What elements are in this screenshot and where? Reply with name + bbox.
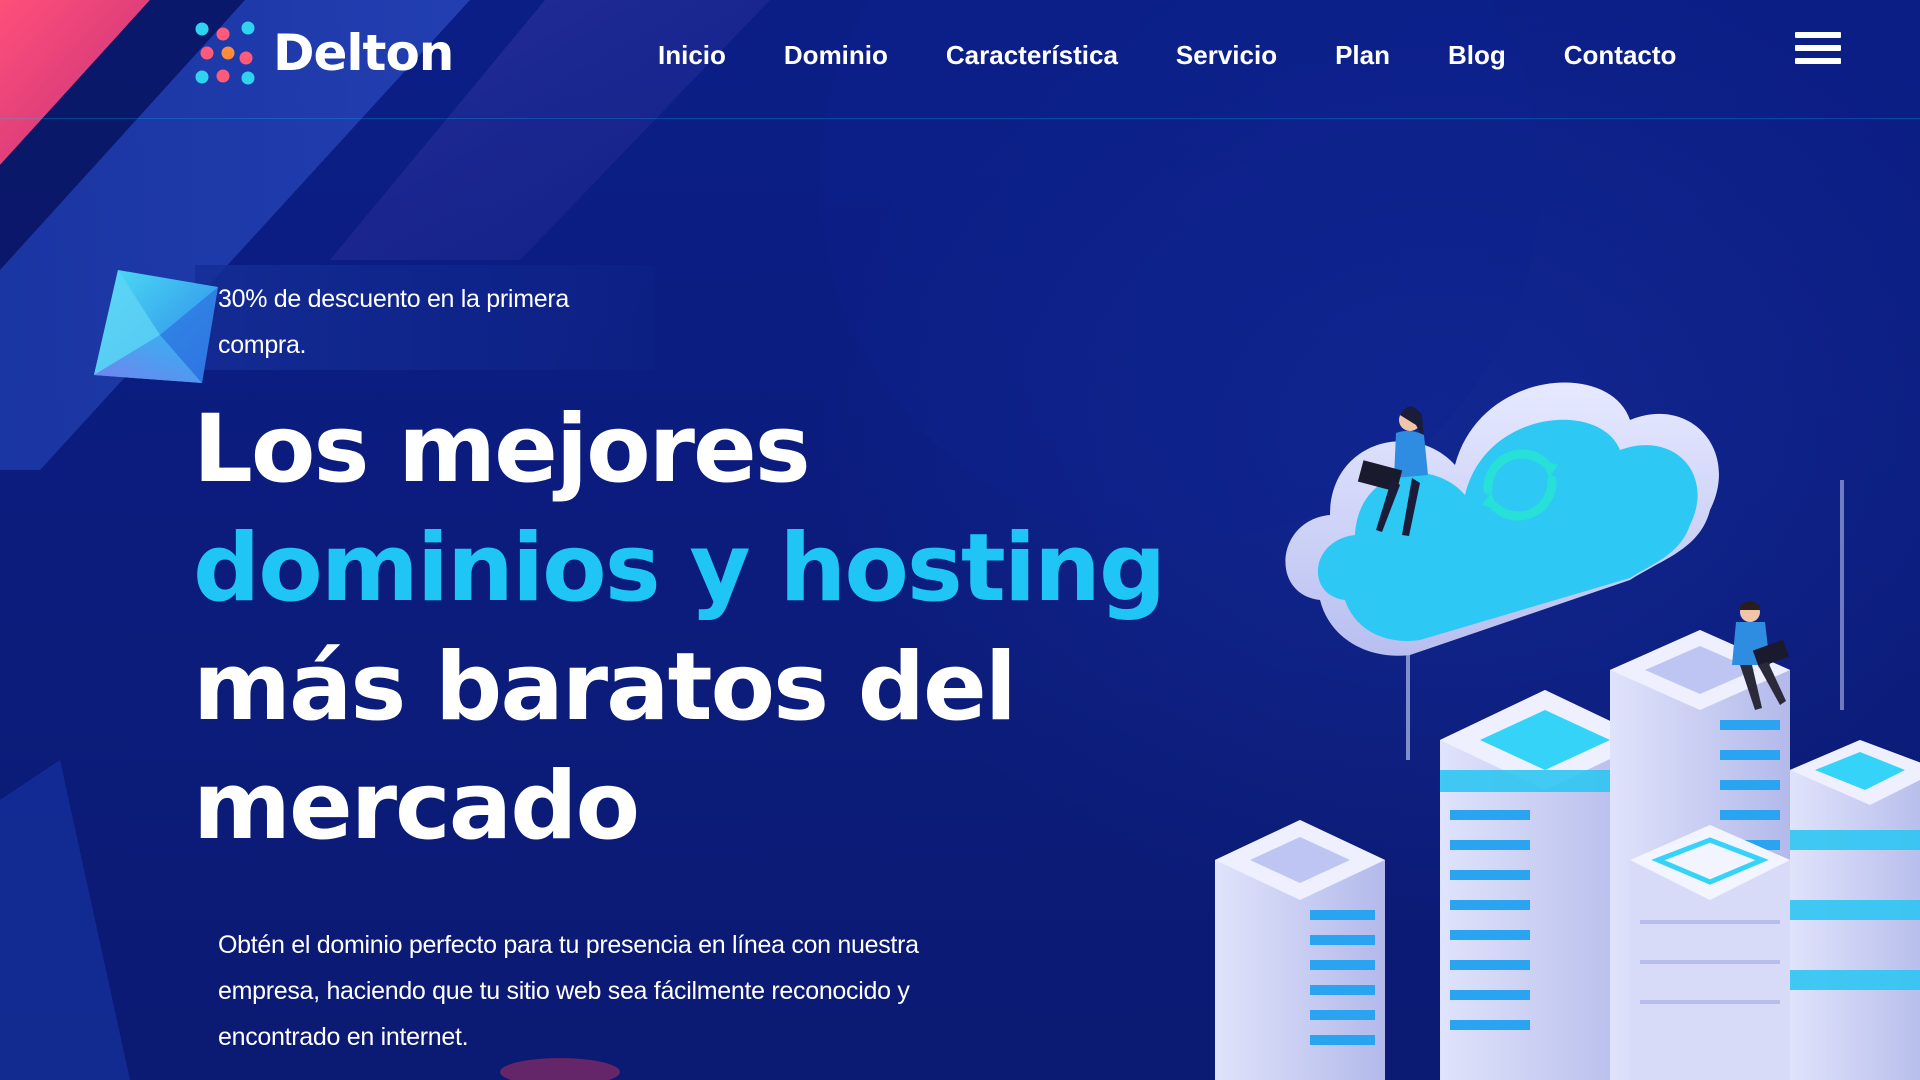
nav-item-plan[interactable]: Plan [1335, 40, 1390, 71]
bottom-glow-shape [500, 1058, 620, 1080]
navbar: Delton Inicio Dominio Característica Ser… [0, 0, 1920, 119]
main-nav: Inicio Dominio Característica Servicio P… [658, 40, 1734, 71]
cloud-servers-illustration [1215, 382, 1920, 1080]
hamburger-menu-icon[interactable] [1795, 32, 1841, 72]
nav-item-dominio[interactable]: Dominio [784, 40, 888, 71]
gem-icon [94, 270, 218, 383]
hero-section: Delton Inicio Dominio Característica Ser… [0, 0, 1920, 1080]
promo-text: 30% de descuento en la primera compra. [218, 285, 569, 359]
brand-logo[interactable]: Delton [193, 20, 454, 86]
server-box-small [1630, 825, 1790, 1080]
nav-item-inicio[interactable]: Inicio [658, 40, 726, 71]
server-tower-far-right [1790, 740, 1920, 1080]
bottom-left-shape [0, 760, 130, 1080]
headline-part1: Los mejores [193, 395, 811, 504]
brand-name: Delton [273, 24, 454, 82]
nav-item-caracteristica[interactable]: Característica [946, 40, 1118, 71]
server-tower-left [1215, 820, 1385, 1080]
cloud-icon [1285, 382, 1719, 656]
dots-logo-icon [195, 21, 255, 85]
nav-item-servicio[interactable]: Servicio [1176, 40, 1277, 71]
headline-part2: más baratos del mercado [193, 633, 1017, 861]
headline-highlight: dominios y hosting [193, 514, 1166, 623]
hero-description: Obtén el dominio perfecto para tu presen… [218, 931, 919, 1051]
nav-item-blog[interactable]: Blog [1448, 40, 1506, 71]
hero-headline: Los mejores dominios y hosting más barato… [193, 390, 1293, 866]
nav-item-contacto[interactable]: Contacto [1564, 40, 1677, 71]
